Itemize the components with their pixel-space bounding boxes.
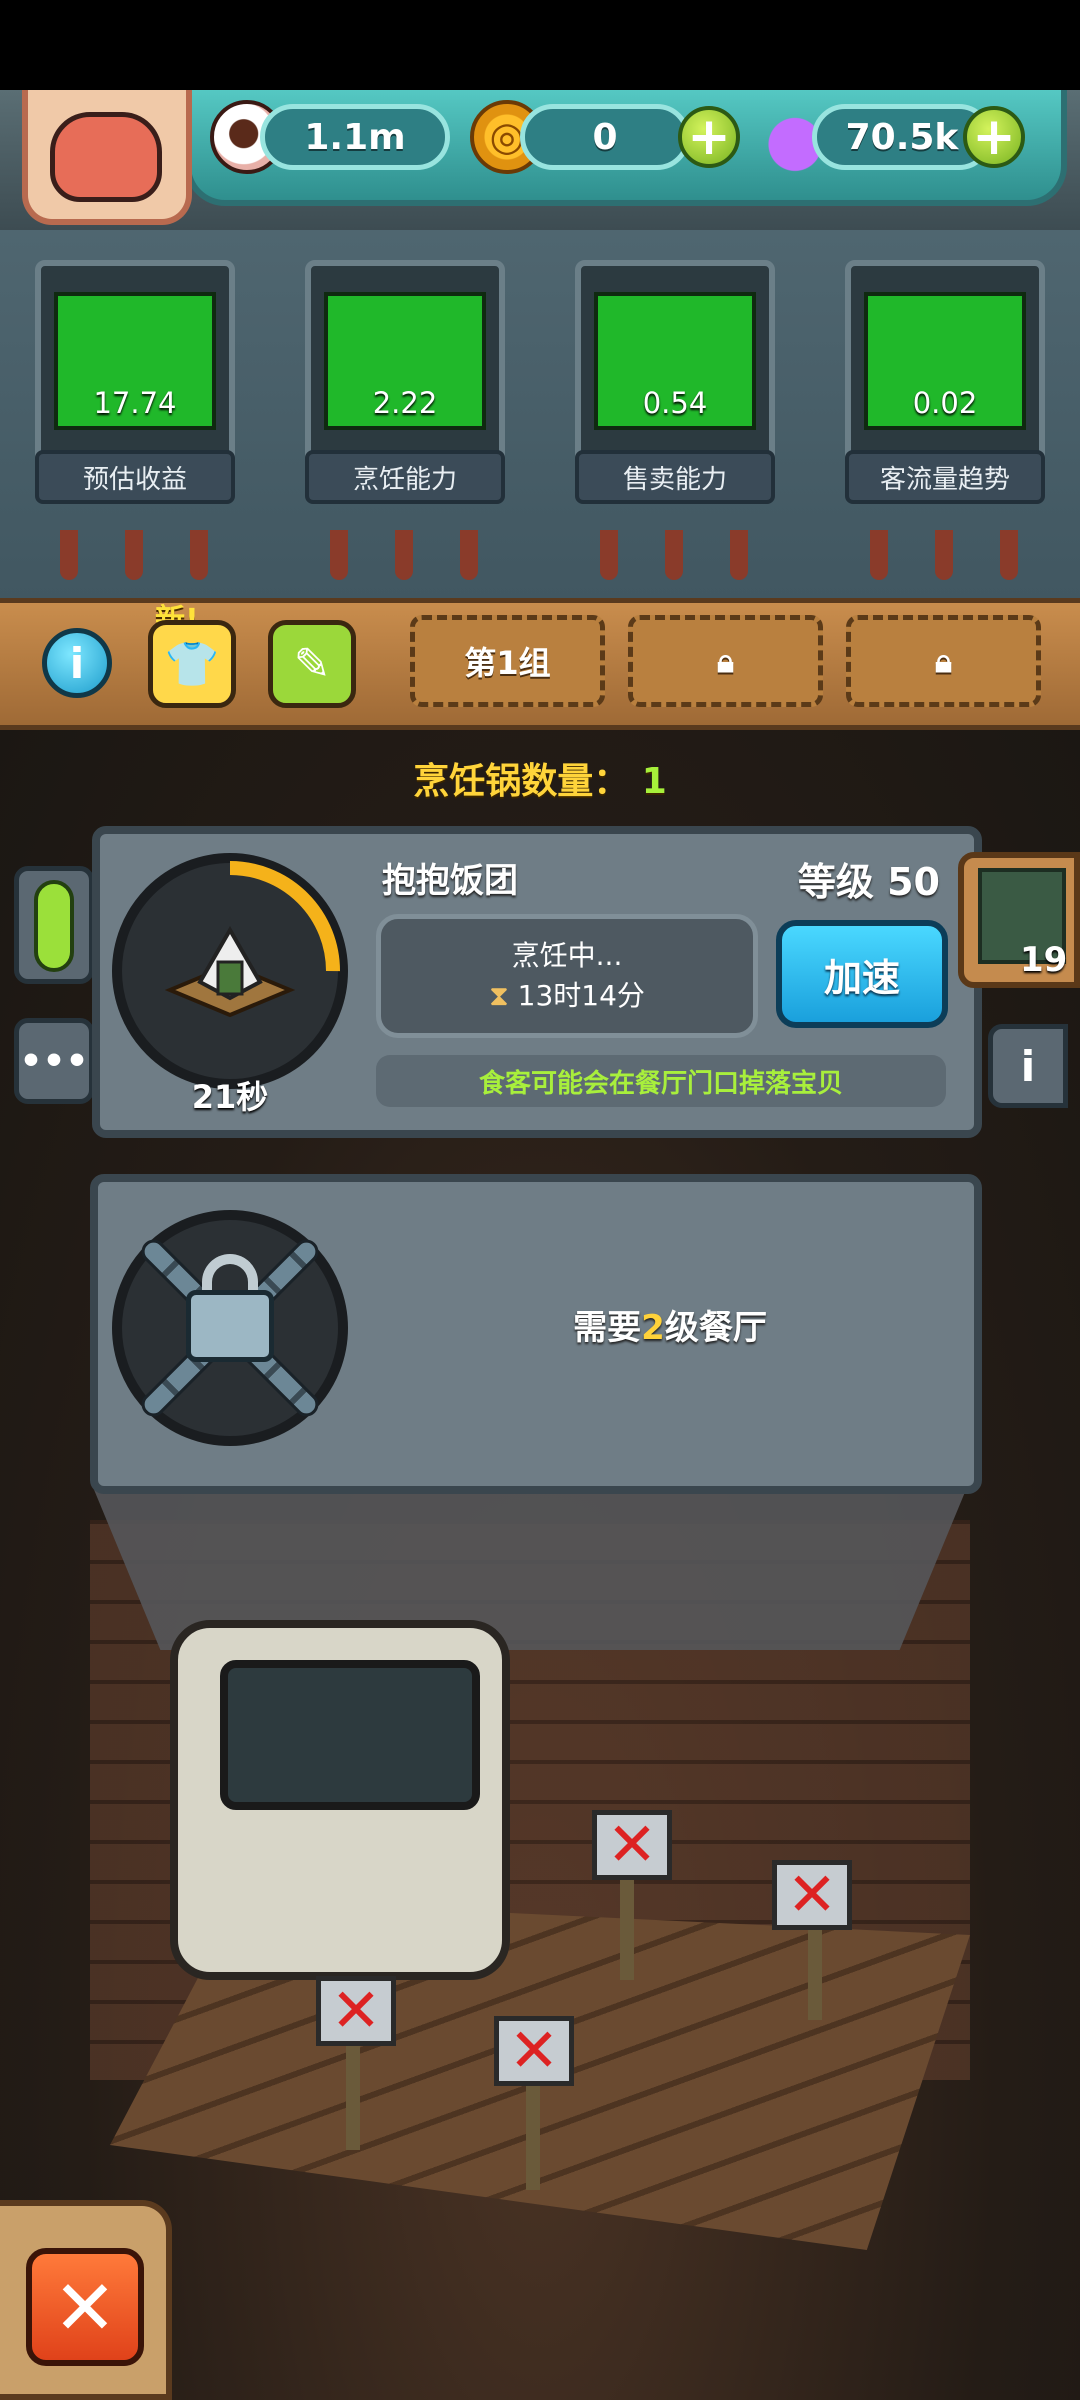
closed-sign-icon: ✕	[592, 1810, 672, 1880]
ingredient-button[interactable]: ✎	[268, 620, 356, 708]
sign-pole	[346, 2040, 360, 2150]
rice-ball-icon	[164, 925, 296, 1018]
pot-info-button[interactable]: i	[988, 1024, 1068, 1108]
closed-sign-icon: ✕	[494, 2016, 574, 2086]
cook-timer: 21秒	[191, 1078, 269, 1116]
tab-group-locked-2[interactable]: 🔒︎	[628, 615, 823, 707]
coin-counter: 0	[520, 104, 690, 170]
sign-pole	[526, 2080, 540, 2190]
remaining-time-value: 13时14分	[517, 979, 645, 1012]
shirt-icon: 👕	[164, 639, 220, 690]
tab-group-locked-3[interactable]: 🔒︎	[846, 615, 1041, 707]
coin-value: 0	[592, 116, 618, 158]
close-icon: ✕	[53, 2262, 117, 2352]
unlock-text-after: 级餐厅	[664, 1308, 767, 1348]
close-button[interactable]: ✕	[26, 2248, 144, 2366]
speed-up-label: 加速	[823, 955, 900, 1000]
stat-value: 0.02	[912, 386, 978, 420]
remaining-time: ⧗ 13时14分	[489, 976, 645, 1016]
stat-leg	[60, 530, 78, 580]
food-name: 抱抱饭团	[382, 861, 518, 901]
outfit-button[interactable]: 👕	[148, 620, 236, 708]
stat-leg	[600, 530, 618, 580]
stat-value: 2.22	[372, 386, 438, 420]
stat-leg	[330, 530, 348, 580]
cooking-status: 烹饪中... ⧗ 13时14分	[376, 914, 758, 1038]
stat-label: 预估收益	[35, 450, 235, 504]
sign-pole	[620, 1870, 634, 1980]
stat-value: 17.74	[93, 386, 177, 420]
stat-screen-traffic: 0.02	[864, 292, 1026, 430]
treasure-count: 19	[1020, 940, 1068, 980]
stat-value: 0.54	[642, 386, 708, 420]
closed-sign-icon: ✕	[316, 1976, 396, 2046]
stat-leg	[935, 530, 953, 580]
drop-hint: 食客可能会在餐厅门口掉落宝贝	[376, 1055, 946, 1107]
pot-count-label: 烹饪锅数量：	[413, 761, 630, 802]
sausage-icon: ✎	[293, 638, 331, 690]
stat-leg	[460, 530, 478, 580]
stat-label: 售卖能力	[575, 450, 775, 504]
pot-count-value: 1	[641, 761, 667, 802]
eyeball-counter: 1.1m	[260, 104, 450, 170]
pot-level: 等级 50	[797, 860, 940, 904]
hourglass-icon: ⧗	[489, 979, 509, 1012]
stat-label: 客流量趋势	[845, 450, 1045, 504]
lock-icon: 🔒︎	[716, 641, 735, 680]
padlock-icon	[186, 1290, 274, 1362]
stat-leg	[665, 530, 683, 580]
pot-count: 烹饪锅数量： 1	[0, 752, 1080, 804]
unlock-text-before: 需要	[573, 1308, 642, 1348]
stat-leg	[730, 530, 748, 580]
info-button[interactable]: i	[42, 628, 112, 698]
potion-value: 70.5k	[845, 116, 959, 158]
cooking-status-line: 烹饪中...	[511, 939, 623, 972]
required-level: 2	[641, 1308, 665, 1348]
stat-screen-cooking: 2.22	[324, 292, 486, 430]
monster-avatar-icon	[50, 112, 162, 202]
tab-group-1[interactable]: 第1组	[410, 615, 605, 707]
stat-leg	[190, 530, 208, 580]
oven-window	[220, 1660, 480, 1810]
unlock-requirement: 需要2级餐厅	[390, 1300, 950, 1349]
stat-leg	[125, 530, 143, 580]
add-potion-button[interactable]: +	[963, 106, 1025, 168]
stat-leg	[395, 530, 413, 580]
stat-screen-selling: 0.54	[594, 292, 756, 430]
speed-up-button[interactable]: 加速	[776, 920, 948, 1028]
status-bar	[0, 0, 1080, 90]
tab-label: 第1组	[464, 644, 551, 682]
more-button[interactable]: •••	[14, 1018, 94, 1104]
stat-leg	[870, 530, 888, 580]
stat-leg	[1000, 530, 1018, 580]
upgrade-arrow-icon	[34, 880, 74, 972]
add-coins-button[interactable]: +	[678, 106, 740, 168]
eyeball-value: 1.1m	[304, 116, 406, 158]
lock-icon: 🔒︎	[934, 641, 953, 680]
stat-label: 烹饪能力	[305, 450, 505, 504]
closed-sign-icon: ✕	[772, 1860, 852, 1930]
stat-screen-revenue: 17.74	[54, 292, 216, 430]
